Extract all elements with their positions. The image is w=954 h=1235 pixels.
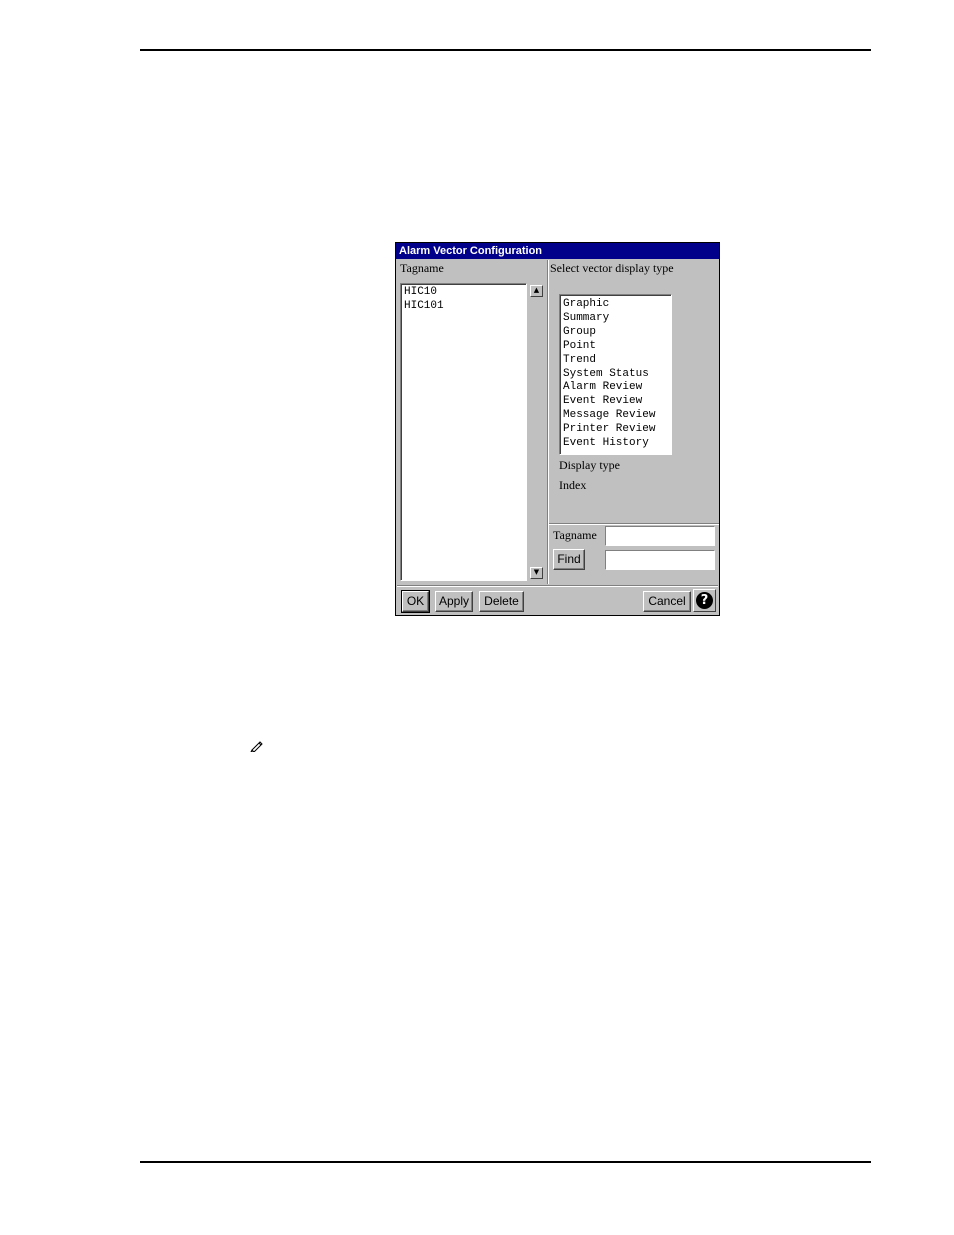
scroll-down-icon[interactable]: ▼ [530,567,543,579]
apply-button[interactable]: Apply [435,591,473,612]
delete-button[interactable]: Delete [479,591,524,612]
display-type-item[interactable]: Graphic [563,298,668,312]
tagname-list-item[interactable]: HIC10 [404,286,523,300]
panel-divider [547,260,549,584]
display-type-item[interactable]: Printer Review [563,423,668,437]
display-type-item[interactable]: Message Review [563,409,668,423]
tagname-search-label: Tagname [553,528,597,542]
find-input[interactable] [605,550,715,570]
display-type-item[interactable]: Group [563,326,668,340]
index-label: Index [559,478,587,492]
header-rule [140,49,871,51]
search-divider [549,523,719,525]
tagname-list-scrollbar[interactable]: ▲ ▼ [527,283,545,581]
scroll-up-icon[interactable]: ▲ [530,285,543,297]
tagname-list[interactable]: HIC10 HIC101 [400,283,527,581]
find-button[interactable]: Find [553,549,585,570]
tagname-search-input[interactable] [605,526,715,546]
dialog-title: Alarm Vector Configuration [396,243,719,259]
tagname-list-item[interactable]: HIC101 [404,300,523,314]
cancel-button[interactable]: Cancel [643,591,691,612]
display-type-label: Display type [559,458,620,472]
display-type-item[interactable]: Alarm Review [563,381,668,395]
display-type-item[interactable]: Trend [563,354,668,368]
button-bar-divider [397,585,718,587]
display-type-item[interactable]: Event Review [563,395,668,409]
alarm-vector-configuration-dialog: Alarm Vector Configuration Tagname HIC10… [395,242,720,616]
help-icon: ? [696,592,713,609]
pencil-icon [250,741,263,752]
help-button[interactable]: ? [693,589,716,612]
display-type-item[interactable]: Point [563,340,668,354]
display-type-item[interactable]: Event History [563,437,668,451]
footer-rule [140,1161,871,1163]
display-type-item[interactable]: System Status [563,368,668,382]
display-type-item[interactable]: Summary [563,312,668,326]
display-type-list-label: Select vector display type [550,261,674,275]
find-button-label: Find [557,552,581,566]
tagname-list-label: Tagname [400,261,444,275]
display-type-list[interactable]: Graphic Summary Group Point Trend System… [559,294,672,455]
ok-button[interactable]: OK [401,590,430,613]
